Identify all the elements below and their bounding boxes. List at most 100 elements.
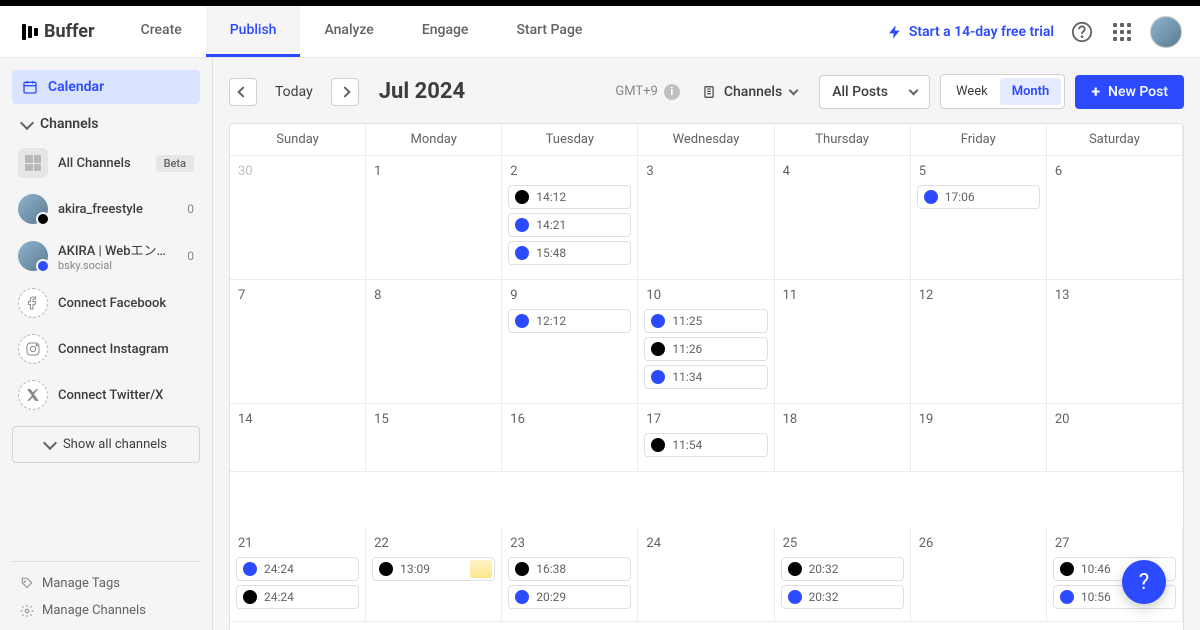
channel-item[interactable]: AKIRA | Webエンジ…bsky.social 0 [12,232,200,280]
sidebar-item-calendar[interactable]: Calendar [12,70,200,104]
all-channels-icon [18,148,48,178]
connect-label: Connect Twitter/X [58,388,194,403]
day-number: 7 [236,286,359,305]
calendar-cell[interactable]: 10 11:25 11:26 11:34 [638,280,774,404]
calendar-event[interactable]: 16:38 [508,557,631,581]
nav-item-analyze[interactable]: Analyze [300,6,397,57]
day-number: 10 [644,286,767,305]
social-icon [18,380,48,410]
day-of-week-header: Monday [366,124,502,156]
calendar-cell[interactable]: 2124:2424:24 [230,528,366,622]
next-month-button[interactable] [331,78,359,106]
channels-filter[interactable]: Channels [690,76,809,108]
calendar-cell[interactable]: 26 [911,528,1047,622]
calendar-cell[interactable]: 517:06 [911,156,1047,280]
calendar-cell[interactable]: 24 [638,528,774,622]
apps-icon[interactable] [1110,20,1134,44]
calendar-event[interactable]: 11:34 [644,365,767,389]
buffer-logo[interactable]: Buffer [0,21,117,42]
calendar-cell[interactable]: 4 [775,156,911,280]
calendar-event[interactable]: 11:25 [644,309,767,333]
calendar-cell[interactable]: 12 [911,280,1047,404]
brand-name: Buffer [44,21,95,42]
threads-icon [243,590,257,604]
calendar-cell[interactable]: 15 [366,404,502,472]
chevron-left-icon [237,86,248,97]
calendar-cell[interactable]: 16 [502,404,638,472]
day-number: 4 [781,162,904,181]
day-number: 27 [1053,534,1176,553]
calendar-cell[interactable]: 19 [911,404,1047,472]
day-number: 8 [372,286,495,305]
connect-channel-item[interactable]: Connect Twitter/X [12,372,200,418]
start-trial-link[interactable]: Start a 14-day free trial [887,24,1054,40]
sidebar-section-channels[interactable]: Channels [12,104,200,140]
bsky-icon [651,314,665,328]
nav-item-engage[interactable]: Engage [398,6,493,57]
day-of-week-header: Sunday [230,124,366,156]
calendar-cell[interactable]: 912:12 [502,280,638,404]
help-fab[interactable]: ? [1122,560,1166,604]
calendar-event[interactable]: 24:24 [236,557,359,581]
calendar-event[interactable]: 12:12 [508,309,631,333]
show-all-channels-button[interactable]: Show all channels [12,426,200,463]
channel-avatar [18,241,48,271]
connect-label: Connect Instagram [58,342,194,357]
sidebar-item-all-channels[interactable]: All Channels Beta [12,140,200,186]
nav-item-publish[interactable]: Publish [206,6,301,57]
calendar-cell[interactable]: 14 [230,404,366,472]
main-content: Today Jul 2024 GMT+9 i Channels All Post… [212,58,1200,630]
calendar-cell[interactable]: 3 [638,156,774,280]
chevron-right-icon [339,86,350,97]
prev-month-button[interactable] [229,78,257,106]
calendar-event[interactable]: 20:32 [781,585,904,609]
help-icon[interactable] [1070,20,1094,44]
nav-item-start-page[interactable]: Start Page [492,6,606,57]
day-number: 14 [236,410,359,429]
toggle-week[interactable]: Week [944,78,1000,105]
calendar-cell[interactable]: 214:1214:2115:48 [502,156,638,280]
calendar-cell[interactable]: 13 [1047,280,1183,404]
connect-channel-item[interactable]: Connect Instagram [12,326,200,372]
calendar-event[interactable]: 20:29 [508,585,631,609]
calendar-event[interactable]: 11:54 [644,433,767,457]
calendar-event[interactable]: 20:32 [781,557,904,581]
calendar-cell[interactable]: 2520:3220:32 [775,528,911,622]
toggle-month[interactable]: Month [1000,78,1062,105]
calendar-event[interactable]: 17:06 [917,185,1040,209]
calendar-cell[interactable]: 1 [366,156,502,280]
calendar-cell[interactable]: 1711:54 [638,404,774,472]
manage-channels-link[interactable]: Manage Channels [12,597,200,624]
calendar-cell[interactable]: 8 [366,280,502,404]
calendar-cell[interactable]: 11 [775,280,911,404]
calendar-event[interactable]: 15:48 [508,241,631,265]
day-number: 20 [1053,410,1176,429]
chevron-down-icon [43,436,57,450]
today-button[interactable]: Today [269,84,319,100]
calendar-cell[interactable]: 7 [230,280,366,404]
connect-channel-item[interactable]: Connect Facebook [12,280,200,326]
info-icon[interactable]: i [664,84,680,100]
user-avatar[interactable] [1150,16,1182,48]
posts-filter[interactable]: All Posts [819,75,930,109]
event-time: 11:34 [672,370,702,384]
calendar-cell[interactable]: 2213:09 [366,528,502,622]
calendar-cell[interactable]: 2316:3820:29 [502,528,638,622]
calendar-event[interactable]: 13:09 [372,557,495,581]
calendar-cell[interactable]: 30 [230,156,366,280]
channel-count: 0 [187,249,194,263]
calendar-event[interactable]: 14:12 [508,185,631,209]
calendar-cell[interactable]: 18 [775,404,911,472]
channel-item[interactable]: akira_freestyle 0 [12,186,200,232]
channel-name: akira_freestyle [58,202,177,217]
channel-type-badge [36,212,50,226]
social-icon [18,288,48,318]
calendar-event[interactable]: 24:24 [236,585,359,609]
calendar-cell[interactable]: 20 [1047,404,1183,472]
calendar-event[interactable]: 11:26 [644,337,767,361]
new-post-button[interactable]: + New Post [1075,75,1184,109]
nav-item-create[interactable]: Create [117,6,206,57]
manage-tags-link[interactable]: Manage Tags [12,570,200,597]
calendar-event[interactable]: 14:21 [508,213,631,237]
calendar-cell[interactable]: 6 [1047,156,1183,280]
